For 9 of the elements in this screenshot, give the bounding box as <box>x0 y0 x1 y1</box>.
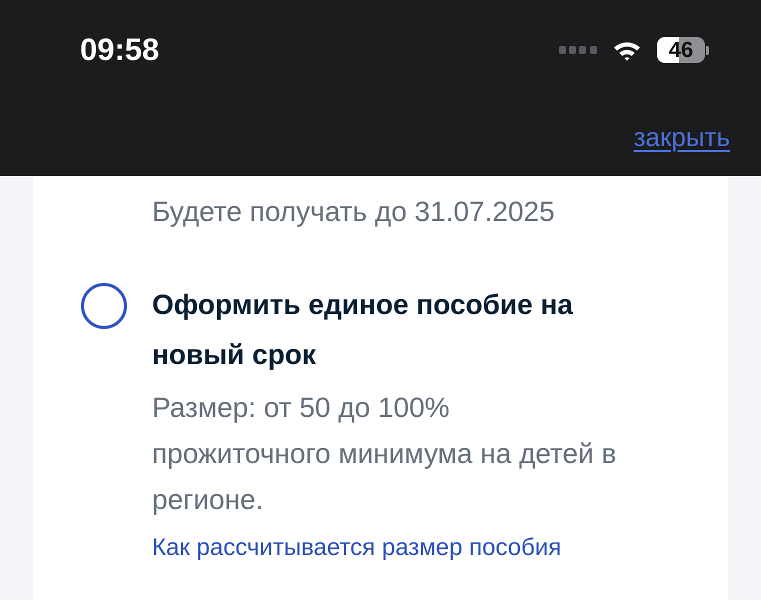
radio-button[interactable] <box>81 283 127 329</box>
close-link[interactable]: закрыть <box>634 120 730 154</box>
payment-period-text: Будете получать до 31.07.2025 <box>152 195 556 229</box>
signal-dots-icon <box>559 46 597 54</box>
status-time: 09:58 <box>80 33 160 67</box>
calculation-link[interactable]: Как рассчитывается размер пособия <box>152 534 562 561</box>
option-title: Оформить единое пособие на новый срок <box>152 288 574 372</box>
wifi-icon <box>613 40 641 60</box>
option-description: Размер: от 50 до 100% прожиточного минимума на детей в регионе. Как рассчитывается размер пособия <box>152 391 617 563</box>
